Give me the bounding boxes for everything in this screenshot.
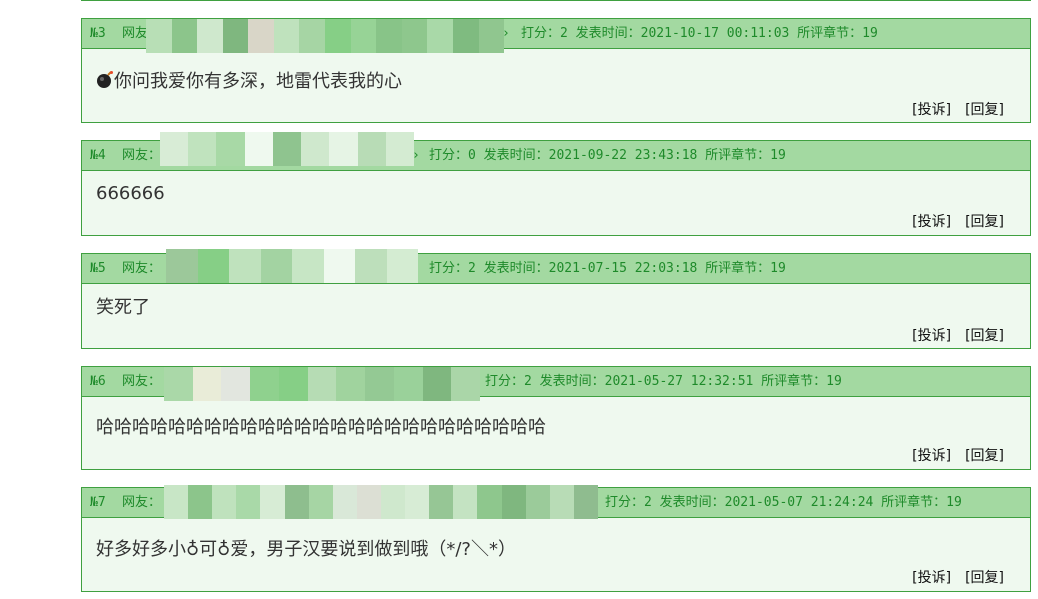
bomb-icon xyxy=(97,71,113,88)
reply-link[interactable]: [回复] xyxy=(965,328,1004,344)
user-label: 网友： xyxy=(122,148,162,163)
username-redacted[interactable] xyxy=(146,19,505,53)
comment-actions: [投诉] [回复] xyxy=(912,325,1004,345)
chevron-right-icon: › xyxy=(412,148,420,163)
comment-actions: [投诉] [回复] xyxy=(912,567,1004,587)
comment-item: №4 网友： › 打分：0 发表时间：2021-09-22 23:43:18 所… xyxy=(81,132,1031,236)
user-label: 网友： xyxy=(122,495,162,510)
user-label: 网友： xyxy=(122,374,162,389)
comment-actions: [投诉] [回复] xyxy=(912,211,1004,231)
comment-header: №7 网友： 打分：2 发表时间：2021-05-07 21:24:24 所评章… xyxy=(82,485,1030,519)
comment-header: №3 网友： › 打分：2 发表时间：2021-10-17 00:11:03 所… xyxy=(82,19,1030,53)
chevron-right-icon: › xyxy=(502,26,510,41)
comment-meta: 打分：0 发表时间：2021-09-22 23:43:18 所评章节：19 xyxy=(429,148,786,163)
comment-body: 你问我爱你有多深，地雷代表我的心 xyxy=(96,71,402,93)
comment-item: №6 网友： 打分：2 发表时间：2021-05-27 12:32:51 所评章… xyxy=(81,366,1031,470)
comment-meta: 打分：2 发表时间：2021-07-15 22:03:18 所评章节：19 xyxy=(429,261,786,276)
comment-number: №3 xyxy=(90,26,106,41)
reply-link[interactable]: [回复] xyxy=(965,102,1004,118)
report-link[interactable]: [投诉] xyxy=(912,570,951,586)
username-redacted[interactable] xyxy=(160,132,414,166)
report-link[interactable]: [投诉] xyxy=(912,102,951,118)
reply-link[interactable]: [回复] xyxy=(965,214,1004,230)
comment-meta: 打分：2 发表时间：2021-05-07 21:24:24 所评章节：19 xyxy=(605,495,962,510)
top-divider xyxy=(81,0,1031,1)
comment-text: 你问我爱你有多深，地雷代表我的心 xyxy=(114,71,402,92)
comment-number: №5 xyxy=(90,261,106,276)
comment-text: 好多好多小♁可♁爱，男子汉要说到做到哦（*/?＼*） xyxy=(96,539,516,560)
reply-link[interactable]: [回复] xyxy=(965,570,1004,586)
comment-number: №7 xyxy=(90,495,106,510)
comment-header: №5 网友： 打分：2 发表时间：2021-07-15 22:03:18 所评章… xyxy=(82,249,1030,284)
report-link[interactable]: [投诉] xyxy=(912,214,951,230)
username-redacted[interactable] xyxy=(164,485,598,519)
comment-actions: [投诉] [回复] xyxy=(912,445,1004,465)
comment-meta: 打分：2 发表时间：2021-05-27 12:32:51 所评章节：19 xyxy=(485,374,842,389)
comment-text: 666666 xyxy=(96,183,165,204)
report-link[interactable]: [投诉] xyxy=(912,328,951,344)
comment-meta: 打分：2 发表时间：2021-10-17 00:11:03 所评章节：19 xyxy=(521,26,878,41)
comment-header: №4 网友： › 打分：0 发表时间：2021-09-22 23:43:18 所… xyxy=(82,132,1030,171)
comment-item: №3 网友： › 打分：2 发表时间：2021-10-17 00:11:03 所… xyxy=(81,18,1031,123)
comment-number: №4 xyxy=(90,148,106,163)
comment-number: №6 xyxy=(90,374,106,389)
comment-actions: [投诉] [回复] xyxy=(912,99,1004,119)
comment-header: №6 网友： 打分：2 发表时间：2021-05-27 12:32:51 所评章… xyxy=(82,367,1030,401)
comment-item: №7 网友： 打分：2 发表时间：2021-05-07 21:24:24 所评章… xyxy=(81,485,1031,592)
report-link[interactable]: [投诉] xyxy=(912,448,951,464)
username-redacted[interactable] xyxy=(164,367,481,401)
comment-text: 笑死了 xyxy=(96,297,150,318)
user-label: 网友： xyxy=(122,261,162,276)
reply-link[interactable]: [回复] xyxy=(965,448,1004,464)
comment-item: №5 网友： 打分：2 发表时间：2021-07-15 22:03:18 所评章… xyxy=(81,249,1031,349)
username-redacted[interactable] xyxy=(166,249,418,283)
comment-text: 哈哈哈哈哈哈哈哈哈哈哈哈哈哈哈哈哈哈哈哈哈哈哈哈哈 xyxy=(96,417,546,438)
